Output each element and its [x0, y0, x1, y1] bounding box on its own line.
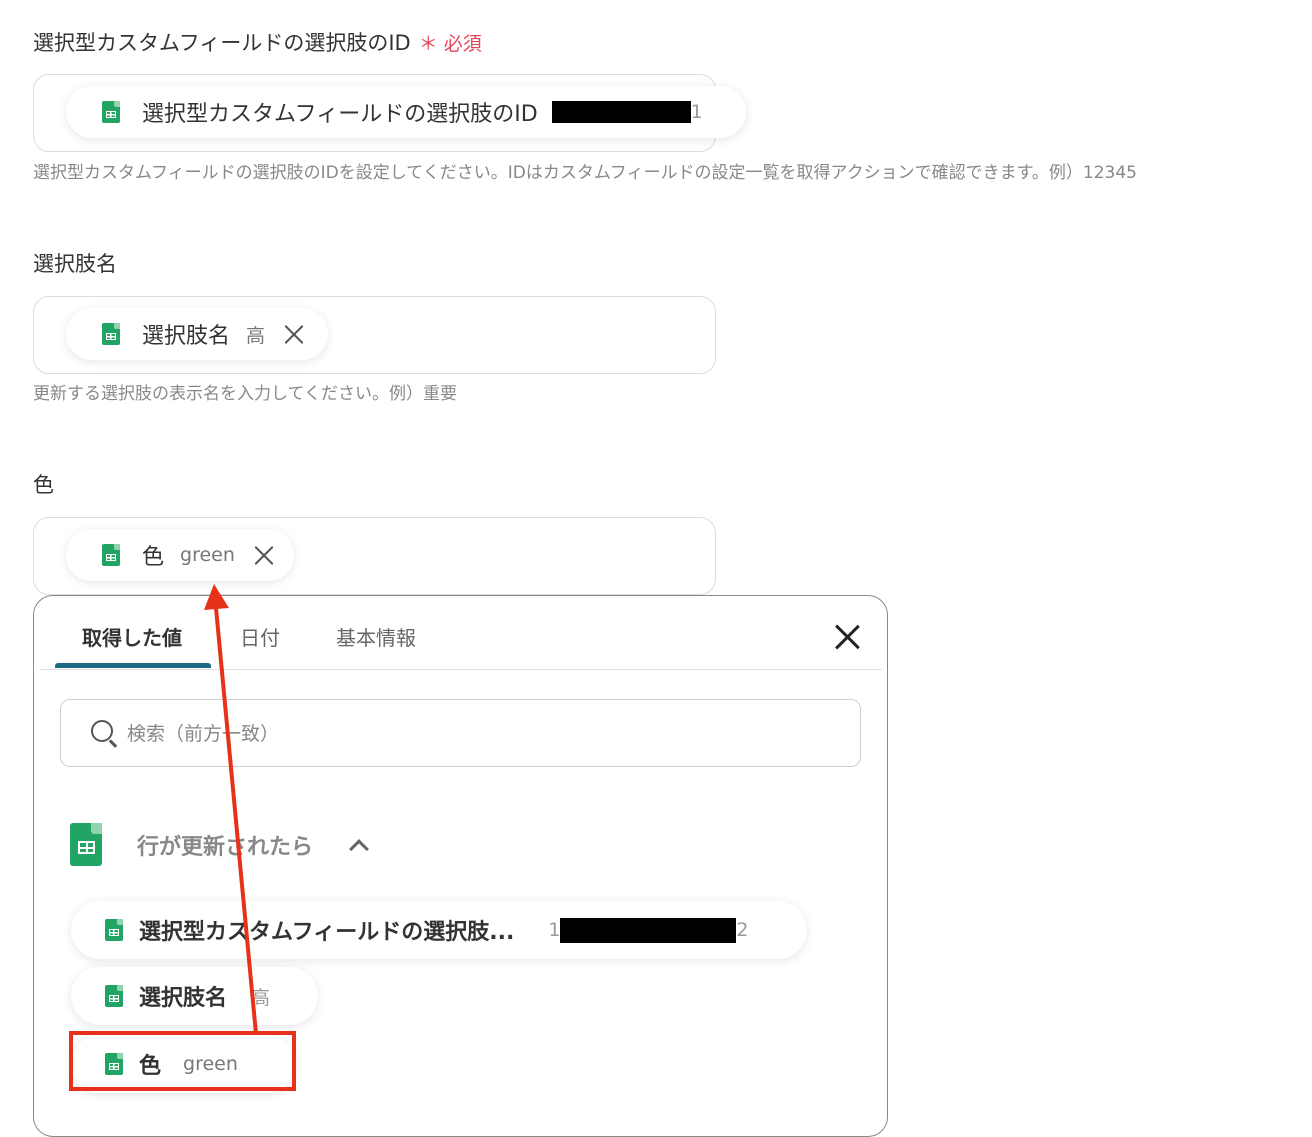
annotation-arrow-line — [214, 607, 258, 1035]
annotation-arrow-head — [204, 584, 229, 610]
annotation-arrow — [204, 584, 258, 1035]
